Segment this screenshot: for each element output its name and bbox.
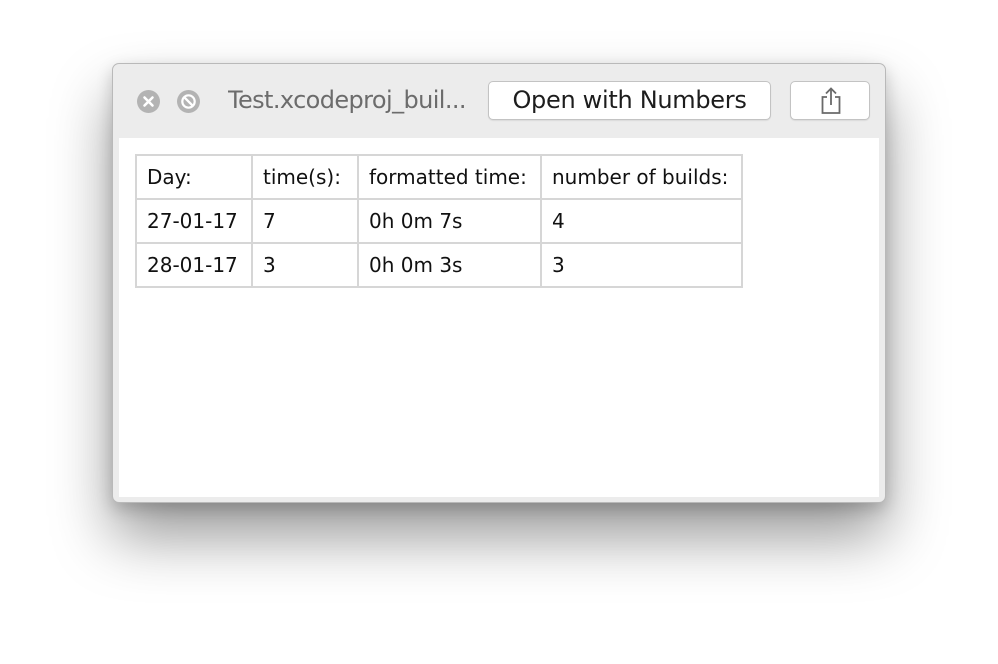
title-bar: Test.xcodeproj_buil... Open with Numbers xyxy=(113,64,885,138)
header-formatted-time: formatted time: xyxy=(357,154,542,200)
share-icon xyxy=(821,87,841,114)
cell-time: 3 xyxy=(251,242,359,288)
close-button[interactable] xyxy=(137,90,160,113)
preview-content: Day: time(s): formatted time: number of … xyxy=(119,138,879,497)
cell-formatted-time: 0h 0m 3s xyxy=(357,242,542,288)
fullscreen-icon xyxy=(181,94,196,109)
share-button[interactable] xyxy=(790,81,870,120)
table-row: 28-01-17 3 0h 0m 3s 3 xyxy=(135,242,743,288)
cell-number-of-builds: 4 xyxy=(540,198,743,244)
cell-day: 28-01-17 xyxy=(135,242,253,288)
cell-number-of-builds: 3 xyxy=(540,242,743,288)
quicklook-window: Test.xcodeproj_buil... Open with Numbers… xyxy=(112,63,886,503)
close-icon xyxy=(143,96,154,107)
header-day: Day: xyxy=(135,154,253,200)
table-row: 27-01-17 7 0h 0m 7s 4 xyxy=(135,198,743,244)
cell-time: 7 xyxy=(251,198,359,244)
window-title: Test.xcodeproj_buil... xyxy=(228,86,467,114)
build-times-table: Day: time(s): formatted time: number of … xyxy=(135,154,743,288)
fullscreen-button[interactable] xyxy=(177,90,200,113)
table-header-row: Day: time(s): formatted time: number of … xyxy=(135,154,743,200)
header-number-of-builds: number of builds: xyxy=(540,154,743,200)
open-with-numbers-button[interactable]: Open with Numbers xyxy=(488,81,771,120)
cell-day: 27-01-17 xyxy=(135,198,253,244)
cell-formatted-time: 0h 0m 7s xyxy=(357,198,542,244)
header-time: time(s): xyxy=(251,154,359,200)
